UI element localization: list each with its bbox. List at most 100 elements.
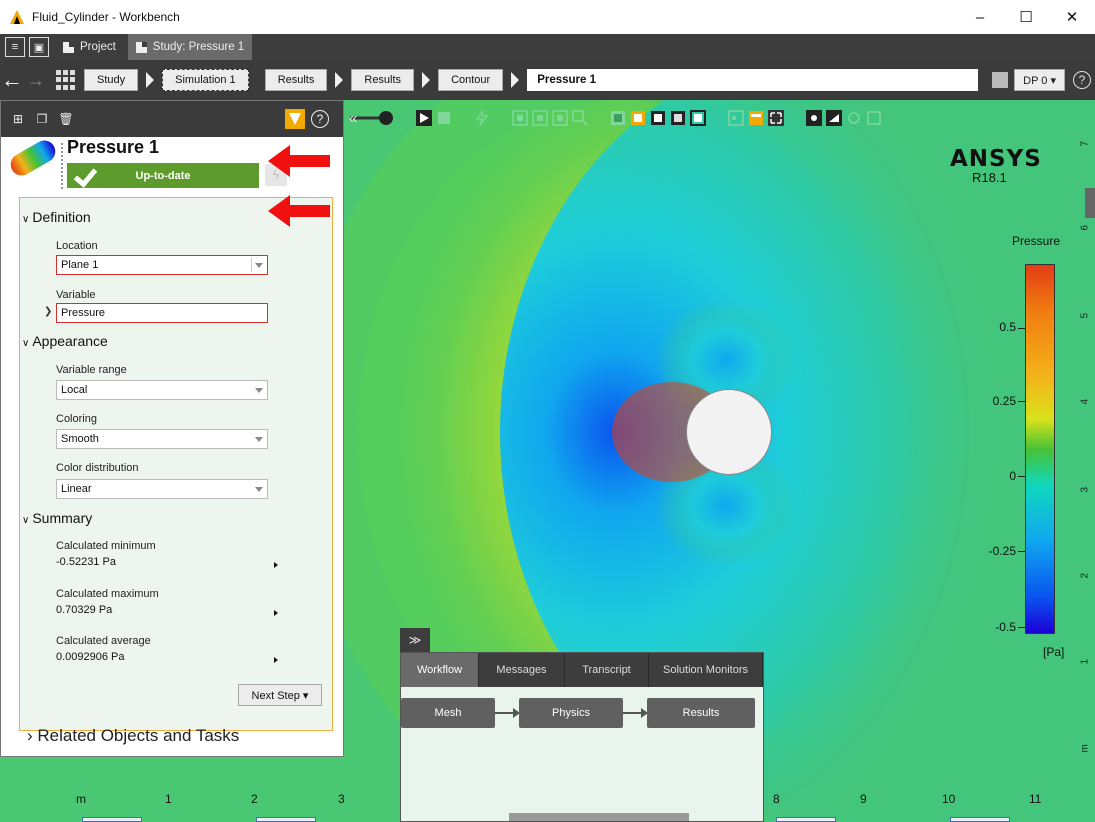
color-distribution-value: Linear — [61, 483, 92, 495]
ruler-right-label: m — [1079, 744, 1091, 753]
legend-toggle-icon[interactable] — [748, 110, 764, 126]
crumb-chevron-icon — [335, 72, 344, 88]
ruler-bottom-label: 3 — [338, 792, 345, 806]
ansys-logo-icon — [10, 10, 26, 24]
section-definition[interactable]: ∨ Definition — [22, 209, 91, 225]
delete-icon[interactable]: 🗑 — [58, 112, 73, 126]
legend-label: -0.25 — [988, 544, 1016, 558]
workflow-node-mesh[interactable]: Mesh — [401, 698, 495, 728]
ruler-handle[interactable] — [1085, 188, 1095, 218]
section-summary-label: Summary — [32, 510, 93, 526]
window-title: Fluid_Cylinder - Workbench — [32, 10, 180, 24]
variable-range-select[interactable]: Local — [56, 380, 268, 400]
section-icon[interactable] — [866, 110, 882, 126]
legend-title: Pressure — [1012, 234, 1061, 248]
tab-project[interactable]: Project — [55, 34, 124, 60]
crumb-chevron-icon — [146, 72, 155, 88]
tab-solution-monitors[interactable]: Solution Monitors — [649, 653, 763, 687]
location-select[interactable]: Plane 1 — [56, 255, 268, 275]
close-button[interactable]: ✕ — [1049, 0, 1095, 34]
forward-arrow-icon[interactable]: → — [24, 70, 48, 91]
calc-min-value: -0.52231 Pa — [56, 556, 116, 568]
tab-messages[interactable]: Messages — [479, 653, 565, 687]
tab-transcript[interactable]: Transcript — [565, 653, 649, 687]
play-icon[interactable] — [416, 110, 432, 126]
tab-study-pressure[interactable]: Study: Pressure 1 — [127, 34, 253, 60]
maximize-button[interactable]: ☐ — [1003, 0, 1049, 34]
minimize-button[interactable]: – — [957, 0, 1003, 34]
crumb-study[interactable]: Study — [84, 69, 139, 91]
location-value: Plane 1 — [61, 259, 99, 271]
workflow-panel: Workflow Messages Transcript Solution Mo… — [400, 652, 764, 822]
workflow-toggle-button[interactable]: ≫ — [400, 628, 430, 652]
apps-grid-icon[interactable] — [56, 70, 76, 90]
workflow-node-results[interactable]: Results — [647, 698, 755, 728]
workflow-scrollbar[interactable] — [509, 813, 689, 821]
variable-range-label: Variable range — [56, 364, 127, 376]
ruler-right-label: 6 — [1079, 224, 1091, 231]
title-bar: Fluid_Cylinder - Workbench – ☐ ✕ — [0, 0, 1095, 34]
variable-expand-icon[interactable]: ❯ — [44, 306, 52, 317]
display-mode-2-icon[interactable] — [630, 110, 646, 126]
collapse-panel-button[interactable]: « — [349, 110, 357, 127]
export-image-icon[interactable] — [728, 110, 744, 126]
panel-help-icon[interactable]: ? — [311, 110, 329, 128]
section-appearance[interactable]: ∨ Appearance — [22, 333, 108, 349]
next-step-button[interactable]: Next Step ▾ — [238, 684, 322, 706]
legend-label: -0.5 — [995, 620, 1016, 634]
zoom-box-icon[interactable] — [572, 110, 588, 126]
shading-icon[interactable] — [826, 110, 842, 126]
workflow-node-physics[interactable]: Physics — [519, 698, 623, 728]
status-button[interactable]: Up-to-date — [67, 163, 259, 188]
viewport-toolbar — [350, 100, 884, 136]
calc-avg-label: Calculated average — [56, 635, 151, 647]
crumb-results[interactable]: Results — [264, 69, 328, 91]
calc-avg-expand-icon[interactable] — [274, 657, 278, 663]
display-mode-4-icon[interactable] — [670, 110, 686, 126]
legend-label: 0.5 — [999, 320, 1016, 334]
legend-tick — [1018, 551, 1025, 552]
help-icon[interactable]: ? — [1073, 71, 1091, 89]
design-point-icon[interactable] — [992, 72, 1009, 88]
stop-icon[interactable] — [436, 110, 452, 126]
view-top-icon[interactable] — [532, 110, 548, 126]
crumb-simulation[interactable]: Simulation 1 — [162, 69, 249, 91]
variable-field[interactable]: Pressure — [56, 303, 268, 323]
light-icon[interactable] — [806, 110, 822, 126]
crumb-contour[interactable]: Contour — [438, 69, 504, 91]
crumb-filler — [867, 69, 979, 91]
view-front-icon[interactable] — [512, 110, 528, 126]
section-summary[interactable]: ∨ Summary — [22, 510, 92, 526]
save-icon[interactable]: ▣ — [29, 37, 49, 57]
ruler-segment — [950, 817, 1010, 822]
legend-tick — [1018, 328, 1025, 329]
filter-icon[interactable] — [285, 109, 305, 129]
variable-label: Variable — [56, 289, 96, 301]
color-distribution-select[interactable]: Linear — [56, 479, 268, 499]
add-icon[interactable]: ⊞ — [11, 112, 25, 126]
related-objects-section[interactable]: › Related Objects and Tasks — [27, 726, 239, 746]
copy-icon[interactable]: ❐ — [35, 112, 49, 126]
display-mode-5-icon[interactable] — [690, 110, 706, 126]
design-point-dropdown[interactable]: DP 0 ▾ — [1014, 69, 1065, 91]
calc-min-expand-icon[interactable] — [274, 562, 278, 568]
location-label: Location — [56, 240, 98, 252]
chevron-down-icon — [255, 388, 263, 393]
tab-workflow[interactable]: Workflow — [401, 653, 479, 687]
calc-avg-value: 0.0092906 Pa — [56, 651, 125, 663]
calc-max-expand-icon[interactable] — [274, 610, 278, 616]
crumb-results-2[interactable]: Results — [351, 69, 415, 91]
rotate-icon[interactable] — [846, 110, 862, 126]
menu-icon[interactable]: ≡ — [5, 37, 25, 57]
coloring-select[interactable]: Smooth — [56, 429, 268, 449]
chevron-down-icon — [255, 437, 263, 442]
calc-max-label: Calculated maximum — [56, 588, 159, 600]
display-mode-3-icon[interactable] — [650, 110, 666, 126]
fit-view-icon[interactable] — [768, 110, 784, 126]
lightning-icon[interactable] — [474, 110, 490, 126]
crumb-current: Pressure 1 — [527, 69, 868, 91]
back-arrow-icon[interactable]: ← — [0, 67, 24, 93]
view-side-icon[interactable] — [552, 110, 568, 126]
display-mode-1-icon[interactable] — [610, 110, 626, 126]
properties-section: ∨ Definition Location Plane 1 Variable ❯ … — [19, 197, 333, 731]
